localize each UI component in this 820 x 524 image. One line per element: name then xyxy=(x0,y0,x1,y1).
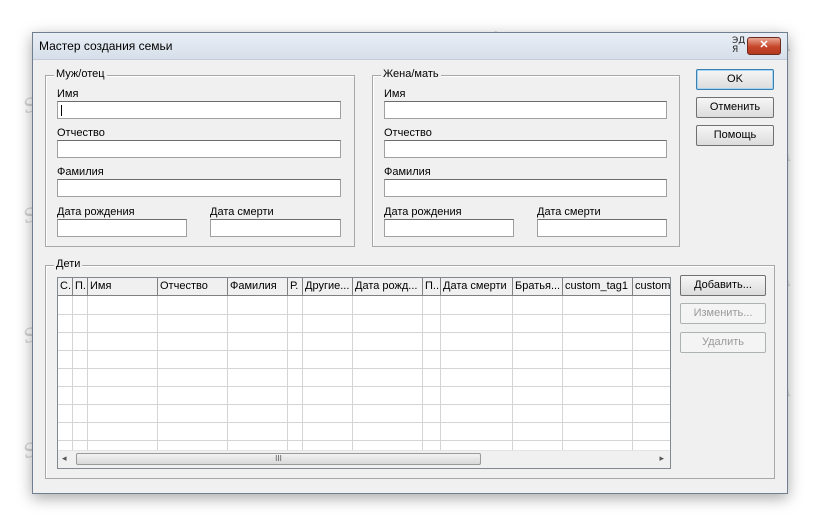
column-header[interactable]: Фамилия xyxy=(228,278,288,296)
scroll-left-arrow-icon[interactable]: ◂ xyxy=(62,454,67,464)
column-header[interactable]: С. xyxy=(58,278,73,296)
husband-surname-input[interactable] xyxy=(57,179,341,197)
husband-patronymic-input[interactable] xyxy=(57,140,341,158)
column-header[interactable]: Имя xyxy=(88,278,158,296)
column-header[interactable]: Р. xyxy=(288,278,303,296)
column-header[interactable]: custom_tag1 xyxy=(563,278,633,296)
column-header[interactable]: custom xyxy=(633,278,670,296)
grid-line xyxy=(422,296,423,451)
ok-button[interactable]: OK xyxy=(696,69,774,90)
wife-birth-date-label: Дата рождения xyxy=(384,206,462,218)
column-header[interactable]: П. xyxy=(73,278,88,296)
wife-first-name-input[interactable] xyxy=(384,101,667,119)
grid-line xyxy=(512,296,513,451)
wife-death-date-label: Дата смерти xyxy=(537,206,601,218)
grid-line xyxy=(58,368,670,369)
wife-birth-date-input[interactable] xyxy=(384,219,514,237)
column-header[interactable]: Другие... xyxy=(303,278,353,296)
grid-line xyxy=(58,440,670,441)
grid-line xyxy=(440,296,441,451)
grid-line xyxy=(58,422,670,423)
add-child-button[interactable]: Добавить... xyxy=(680,275,766,296)
family-wizard-dialog: Мастер создания семьи ЭД Я ✕ Муж/отец Им… xyxy=(32,32,788,494)
cancel-button[interactable]: Отменить xyxy=(696,97,774,118)
column-header[interactable]: Дата рожд... xyxy=(353,278,423,296)
wife-first-name-label: Имя xyxy=(384,88,406,100)
husband-death-date-input[interactable] xyxy=(210,219,341,237)
horizontal-scrollbar[interactable]: ◂ III ▸ xyxy=(58,450,670,468)
wife-death-date-input[interactable] xyxy=(537,219,667,237)
husband-group-label: Муж/отец xyxy=(54,68,107,80)
wife-patronymic-label: Отчество xyxy=(384,127,432,139)
wife-group-label: Жена/мать xyxy=(381,68,441,80)
husband-surname-label: Фамилия xyxy=(57,166,104,178)
scrollbar-thumb[interactable]: III xyxy=(76,453,481,465)
grid-line xyxy=(72,296,73,451)
grid-line xyxy=(287,296,288,451)
husband-birth-date-input[interactable] xyxy=(57,219,187,237)
grid-line xyxy=(157,296,158,451)
husband-first-name-input[interactable] xyxy=(57,101,341,119)
help-button[interactable]: Помощь xyxy=(696,125,774,146)
column-header[interactable]: Дата смерти xyxy=(441,278,513,296)
grid-line xyxy=(87,296,88,451)
close-button[interactable]: ✕ xyxy=(747,37,781,55)
husband-birth-date-label: Дата рождения xyxy=(57,206,135,218)
grid-line xyxy=(562,296,563,451)
grid-line xyxy=(302,296,303,451)
column-header[interactable]: Братья... xyxy=(513,278,563,296)
wife-group: Жена/мать Имя Отчество Фамилия Дата рожд… xyxy=(372,68,680,247)
ime-indicator-icon[interactable]: ЭД Я xyxy=(732,37,745,55)
delete-child-button[interactable]: Удалить xyxy=(680,332,766,353)
husband-death-date-label: Дата смерти xyxy=(210,206,274,218)
grid-line xyxy=(227,296,228,451)
grid-line xyxy=(352,296,353,451)
window-title: Мастер создания семьи xyxy=(39,39,173,53)
grid-line xyxy=(58,332,670,333)
grid-line xyxy=(58,386,670,387)
scroll-right-arrow-icon[interactable]: ▸ xyxy=(659,454,664,464)
wife-surname-input[interactable] xyxy=(384,179,667,197)
column-header[interactable]: П.. xyxy=(423,278,441,296)
husband-patronymic-label: Отчество xyxy=(57,127,105,139)
husband-group: Муж/отец Имя Отчество Фамилия Дата рожде… xyxy=(45,68,355,247)
text-caret xyxy=(61,105,62,116)
grid-line xyxy=(58,350,670,351)
wife-surname-label: Фамилия xyxy=(384,166,431,178)
grid-line xyxy=(632,296,633,451)
column-header[interactable]: Отчество xyxy=(158,278,228,296)
children-table[interactable]: С. П. Имя Отчество Фамилия Р. Другие... … xyxy=(57,277,671,469)
edit-child-button[interactable]: Изменить... xyxy=(680,303,766,324)
grid-line xyxy=(58,404,670,405)
title-bar[interactable]: Мастер создания семьи ЭД Я ✕ xyxy=(33,33,787,60)
children-group-label: Дети xyxy=(54,258,83,270)
husband-first-name-label: Имя xyxy=(57,88,79,100)
grid-line xyxy=(58,314,670,315)
wife-patronymic-input[interactable] xyxy=(384,140,667,158)
